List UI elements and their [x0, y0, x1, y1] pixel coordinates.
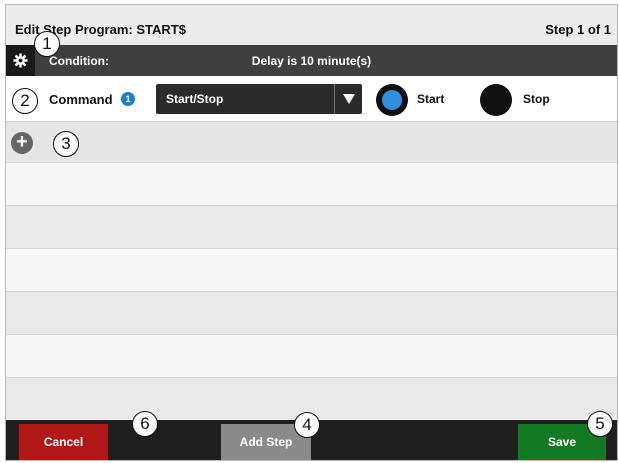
command-row: Command 1 Start/Stop Start Stop	[6, 76, 617, 122]
step-program-editor: Edit Step Program: START$ Step 1 of 1 Co…	[5, 4, 618, 461]
start-radio[interactable]	[376, 84, 408, 116]
title-bar: Edit Step Program: START$ Step 1 of 1	[6, 5, 617, 45]
cancel-button[interactable]: Cancel	[19, 424, 108, 460]
command-label: Command	[49, 92, 113, 107]
callout-marker: 3	[53, 131, 79, 157]
list-item	[6, 206, 617, 249]
stop-radio[interactable]	[480, 84, 512, 116]
command-select-value: Start/Stop	[166, 92, 224, 106]
step-indicator: Step 1 of 1	[545, 22, 611, 37]
command-select[interactable]: Start/Stop	[156, 84, 362, 114]
list-item	[6, 163, 617, 206]
callout-marker: 6	[132, 411, 158, 437]
condition-bar[interactable]: Condition: Delay is 10 minute(s)	[6, 45, 617, 76]
stop-radio-label: Stop	[523, 92, 550, 106]
callout-marker: 5	[587, 411, 613, 437]
info-badge-icon[interactable]: 1	[121, 92, 135, 106]
plus-icon[interactable]: +	[11, 132, 33, 154]
chevron-down-icon[interactable]	[334, 84, 362, 114]
list-item	[6, 292, 617, 335]
condition-value: Delay is 10 minute(s)	[251, 54, 372, 68]
list-item	[6, 335, 617, 378]
start-radio-label: Start	[417, 92, 445, 106]
list-item	[6, 249, 617, 292]
callout-marker: 1	[34, 31, 60, 57]
add-command-row: +	[6, 122, 617, 163]
callout-marker: 2	[12, 88, 38, 114]
callout-marker: 4	[294, 412, 320, 438]
